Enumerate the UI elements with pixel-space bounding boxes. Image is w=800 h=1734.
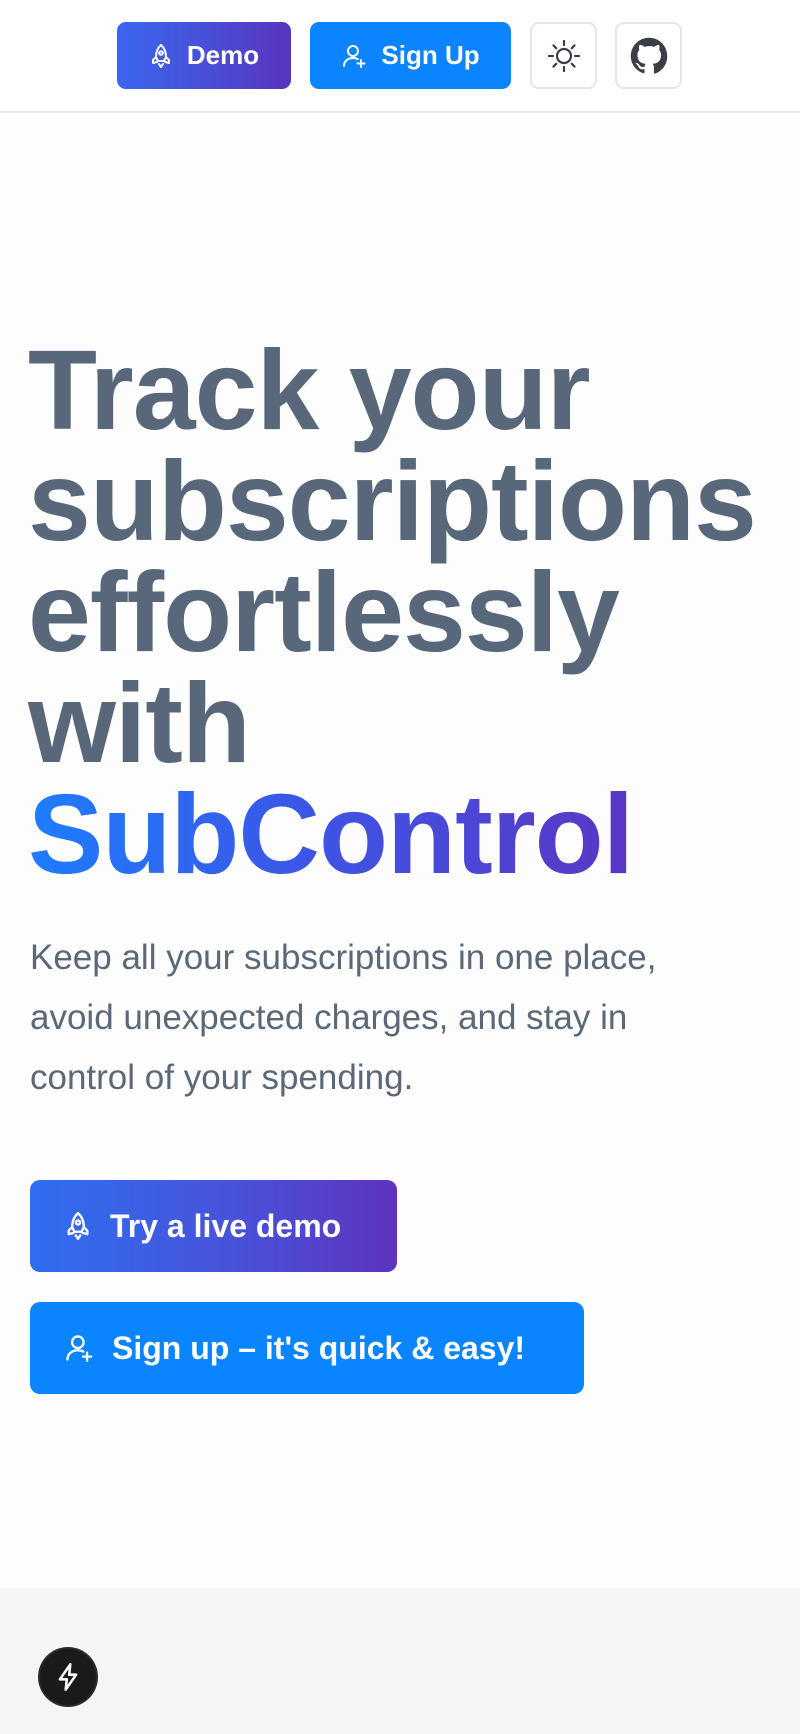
user-plus-icon bbox=[341, 43, 367, 69]
rocket-icon bbox=[149, 43, 173, 69]
signup-button-label: Sign Up bbox=[381, 40, 480, 70]
hero-title-line: with bbox=[28, 660, 251, 786]
github-link-button[interactable] bbox=[615, 22, 682, 89]
github-icon bbox=[630, 37, 668, 75]
hero-subtitle: Keep all your subscriptions in one place… bbox=[30, 938, 657, 1097]
try-demo-label: Try a live demo bbox=[110, 1207, 342, 1244]
theme-toggle-button[interactable] bbox=[530, 22, 597, 89]
signup-cta-label: Sign up – it's quick & easy! bbox=[112, 1329, 526, 1366]
lightning-icon bbox=[54, 1662, 82, 1692]
top-nav: Demo Sign Up bbox=[0, 0, 800, 113]
signup-cta-button[interactable]: Sign up – it's quick & easy! bbox=[30, 1302, 584, 1394]
hero-title: Track your subscriptions effortlessly wi… bbox=[28, 334, 788, 891]
sun-icon bbox=[546, 38, 582, 74]
hero-title-line: effortlessly bbox=[28, 549, 620, 675]
hero-title-line: Track your bbox=[28, 327, 591, 453]
bottom-section bbox=[0, 1588, 800, 1734]
floating-action-button[interactable] bbox=[40, 1649, 96, 1705]
hero-title-line: subscriptions bbox=[28, 438, 757, 564]
rocket-icon bbox=[64, 1210, 92, 1242]
brand-name: SubControl bbox=[28, 771, 634, 897]
demo-button[interactable]: Demo bbox=[117, 22, 291, 89]
signup-button[interactable]: Sign Up bbox=[310, 22, 511, 89]
user-plus-icon bbox=[64, 1332, 94, 1364]
try-demo-button[interactable]: Try a live demo bbox=[30, 1180, 397, 1272]
demo-button-label: Demo bbox=[186, 40, 260, 70]
